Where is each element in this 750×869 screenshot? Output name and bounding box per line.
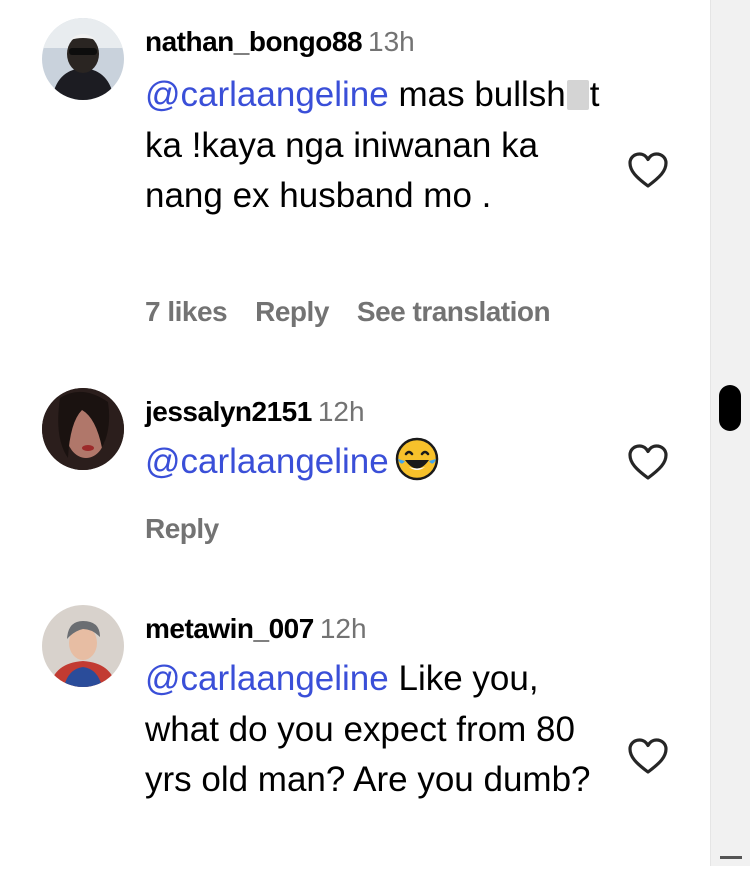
comment-header: metawin_007 12h [145,613,367,645]
mention-link[interactable]: @carlaangeline [145,75,389,114]
timestamp: 12h [319,613,367,644]
comment-list: nathan_bongo88 13h @carlaangeline mas bul… [0,0,710,866]
comment-item: nathan_bongo88 13h @carlaangeline mas bul… [0,0,710,360]
reply-button[interactable]: Reply [145,513,219,544]
timestamp: 13h [368,26,415,57]
like-heart-icon[interactable] [626,150,670,190]
comment-header: jessalyn2151 12h [145,396,365,428]
censor-blur [566,80,589,110]
comment-text-part: mas bullsh [388,75,566,114]
comment-text: @carlaangeline mas bullsh t ka !kaya nga … [145,70,605,222]
reply-button[interactable]: Reply [255,296,329,327]
like-heart-icon[interactable] [626,442,670,482]
likes-count[interactable]: 7 likes [145,296,228,327]
comment-text: @carlaangeline Like you, what do you exp… [145,654,605,806]
comment-header: nathan_bongo88 13h [145,26,415,58]
tears-of-joy-emoji [395,437,439,481]
scrollbar[interactable] [710,0,750,866]
like-heart-icon[interactable] [626,736,670,776]
username[interactable]: metawin_007 [145,613,314,644]
avatar[interactable] [42,18,124,100]
timestamp: 12h [317,396,365,427]
scroll-down-arrow-icon[interactable] [720,856,742,869]
comment-item: metawin_007 12h @carlaangeline Like you, … [0,590,710,866]
mention-link[interactable]: @carlaangeline [145,659,389,698]
comment-item: jessalyn2151 12h @carlaangeline Reply [0,360,710,590]
comment-actions: Reply [145,513,247,545]
scrollbar-thumb[interactable] [719,385,741,431]
comment-actions: 7 likes Reply See translation [145,296,578,328]
see-translation-button[interactable]: See translation [357,296,551,327]
mention-link[interactable]: @carlaangeline [145,442,389,481]
username[interactable]: jessalyn2151 [145,396,312,427]
comment-text: @carlaangeline [145,437,605,488]
avatar[interactable] [42,605,124,687]
username[interactable]: nathan_bongo88 [145,26,363,57]
avatar[interactable] [42,388,124,470]
